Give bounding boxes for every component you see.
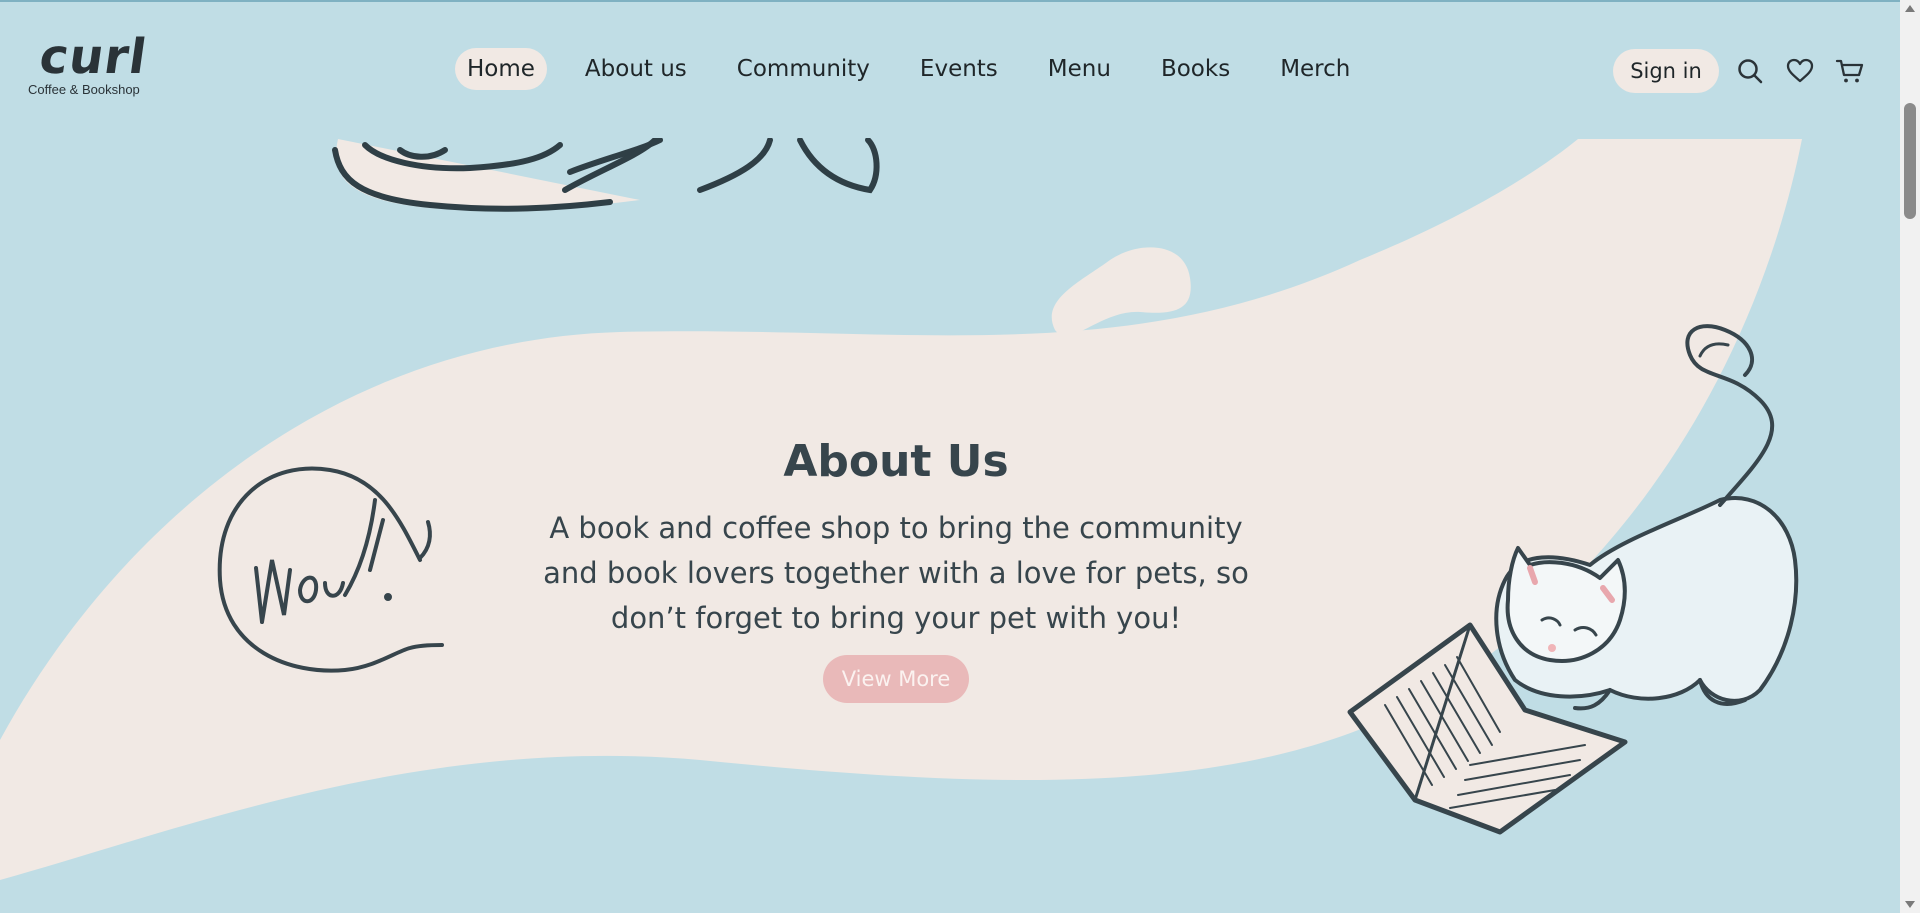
- logo-subtitle: Coffee & Bookshop: [28, 82, 140, 97]
- nav-item-events[interactable]: Events: [908, 48, 1010, 90]
- logo[interactable]: curl Coffee & Bookshop: [28, 29, 158, 100]
- nav-item-merch[interactable]: Merch: [1268, 48, 1362, 90]
- about-description: A book and coffee shop to bring the comm…: [543, 511, 1249, 635]
- nav-item-books[interactable]: Books: [1149, 48, 1242, 90]
- sleeping-cat-fragment: [332, 137, 880, 212]
- page-scrollbar[interactable]: [1900, 0, 1920, 913]
- main-nav: Home About us Community Events Menu Book…: [455, 48, 1388, 90]
- view-more-button[interactable]: View More: [823, 655, 969, 703]
- logo-wordmark: curl: [36, 29, 151, 85]
- scrollbar-thumb[interactable]: [1904, 103, 1916, 219]
- scroll-down-arrow-icon[interactable]: [1905, 901, 1915, 908]
- nav-item-home[interactable]: Home: [455, 48, 547, 90]
- scroll-up-arrow-icon[interactable]: [1905, 5, 1915, 12]
- about-title: About Us: [783, 436, 1009, 487]
- nav-item-about-us[interactable]: About us: [573, 48, 699, 90]
- nav-item-community[interactable]: Community: [725, 48, 882, 90]
- nav-item-menu[interactable]: Menu: [1036, 48, 1123, 90]
- cart-icon[interactable]: [1835, 56, 1865, 86]
- heart-icon[interactable]: [1785, 56, 1815, 86]
- sign-in-button[interactable]: Sign in: [1613, 49, 1719, 93]
- search-icon[interactable]: [1735, 56, 1765, 86]
- site-header: curl Coffee & Bookshop Home About us Com…: [0, 2, 1900, 138]
